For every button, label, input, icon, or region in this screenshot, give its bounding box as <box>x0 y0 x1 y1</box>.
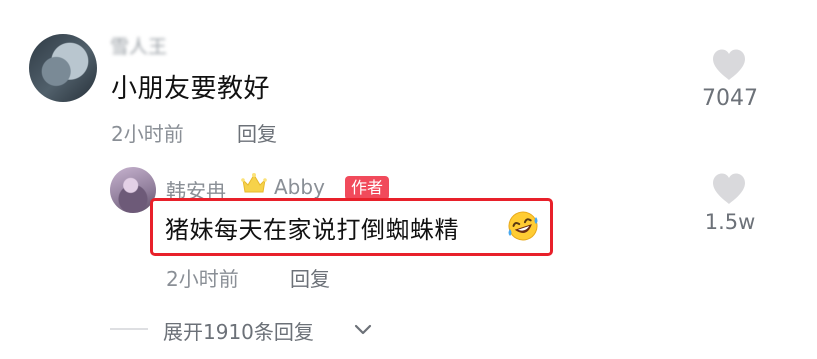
author-badge: 作者 <box>345 176 390 200</box>
comment-username[interactable]: 雪人王 <box>110 32 167 59</box>
expand-replies-button[interactable]: 展开1910条回复 <box>163 316 314 345</box>
chevron-down-icon[interactable] <box>352 318 374 340</box>
reply-timestamp: 2小时前 <box>166 267 239 291</box>
reply-reply-button[interactable]: 回复 <box>290 263 330 292</box>
reply-nickname: Abby <box>274 175 325 199</box>
expand-divider <box>110 328 148 330</box>
reply-text: 猪妹每天在家说打倒蜘蛛精 <box>165 216 459 244</box>
like-count: 7047 <box>702 86 758 111</box>
reply-like-heart-icon[interactable] <box>711 172 747 206</box>
comment-text: 小朋友要教好 <box>111 74 271 104</box>
like-heart-icon[interactable] <box>711 48 747 82</box>
crown-icon <box>240 171 268 197</box>
laughing-emoji-icon <box>506 209 540 243</box>
comment-reply-button[interactable]: 回复 <box>237 118 277 147</box>
reply-like-count: 1.5w <box>704 210 756 234</box>
comment-timestamp: 2小时前 <box>111 122 184 146</box>
avatar[interactable] <box>29 34 97 102</box>
